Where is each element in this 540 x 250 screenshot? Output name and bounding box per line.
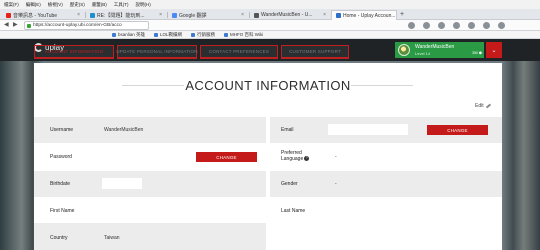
nav-tab-customer-support[interactable]: CUSTOMER SUPPORT [281, 45, 349, 59]
user-name: WanderMusicBen [415, 44, 455, 50]
forward-arrow-icon[interactable]: ▶ [13, 21, 18, 30]
avatar [398, 44, 410, 56]
nav-tab-contact-preferences[interactable]: CONTACT PREFERENCES [200, 45, 278, 59]
username-value: WanderMusicBen [104, 127, 144, 133]
help-icon[interactable]: ? [304, 156, 310, 162]
nav-tab-account-information[interactable]: ACCOUNT INFORMATION [34, 45, 114, 59]
lock-icon [27, 24, 31, 28]
menu-view[interactable]: 檢視(V) [48, 2, 63, 8]
star-icon[interactable] [408, 22, 415, 29]
page-content: uplay ACCOUNT INFORMATION UPDATE PERSONA… [0, 39, 540, 250]
tab-uplay-home[interactable]: Home - Uplay Accoun... × [331, 10, 397, 20]
menu-tools[interactable]: 工具(T) [114, 2, 129, 8]
email-value [328, 124, 408, 135]
toolbar-icons [408, 22, 513, 29]
bookmark-icon [154, 32, 159, 37]
menu-help[interactable]: 說明(H) [136, 2, 151, 8]
bookmarks-bar: bsanlian 英雄 LOL戰績網 行銷服務 MHFO 百科 Wiki [0, 31, 540, 39]
close-icon[interactable]: × [75, 12, 80, 18]
new-tab-button[interactable]: + [400, 11, 404, 19]
menu-bar: 檔案(F) 編輯(E) 檢視(V) 歷史(S) 書籤(B) 工具(T) 說明(H… [0, 0, 540, 9]
menu-history[interactable]: 歷史(S) [70, 2, 85, 8]
page-title: ACCOUNT INFORMATION [185, 78, 351, 93]
url-text: https://account-uplay.ubi.com/en-GB/acco [33, 23, 122, 28]
bookmark-item[interactable]: 行銷服務 [191, 32, 215, 38]
bookmark-item[interactable]: MHFO 百科 Wiki [224, 32, 263, 38]
chevron-down-icon: ⌄ [491, 47, 497, 54]
tab-profile[interactable]: WanderMusicBen - U... × [250, 10, 330, 20]
first-name-row: First Name [34, 197, 266, 223]
birthdate-label: Birthdate [50, 181, 71, 187]
extension-icon[interactable] [483, 22, 490, 29]
tab-label: 音樂訊息 - YouTube [13, 12, 58, 19]
youtube-icon [6, 12, 11, 18]
last-name-row: Last Name [270, 197, 502, 223]
edit-link[interactable]: Edit [475, 103, 491, 109]
site-header: uplay ACCOUNT INFORMATION UPDATE PERSONA… [0, 39, 540, 61]
gender-label: Gender [281, 181, 298, 187]
uplay-icon [336, 13, 341, 18]
password-row: Password CHANGE [34, 143, 266, 171]
preferred-language-row: Preferred Language? - [270, 143, 502, 171]
tab-label: WanderMusicBen - U... [261, 12, 313, 18]
tab-label: RE:【問題】能玩到... [97, 12, 145, 19]
close-icon[interactable]: × [239, 12, 244, 18]
birthdate-value [102, 178, 142, 189]
username-label: Username [50, 127, 74, 133]
email-row: Email CHANGE [270, 117, 502, 143]
download-icon[interactable] [438, 22, 445, 29]
home-icon[interactable] [453, 22, 460, 29]
preferred-language-value: - [335, 154, 337, 160]
country-value: Taiwan [104, 235, 120, 241]
navigation-bar: ◀ ▶ https://account-uplay.ubi.com/en-GB/… [0, 20, 540, 31]
title-divider-right [351, 85, 413, 86]
pocket-icon[interactable] [468, 22, 475, 29]
birthdate-row: Birthdate [34, 171, 266, 197]
pencil-icon [485, 103, 491, 109]
country-label: Country [50, 235, 68, 241]
bookmark-item[interactable]: bsanlian 英雄 [112, 32, 145, 38]
password-label: Password [50, 154, 72, 160]
library-icon[interactable] [423, 22, 430, 29]
close-icon[interactable]: × [321, 12, 326, 18]
tab-label: Google 翻譯 [179, 12, 207, 19]
menu-edit[interactable]: 編輯(E) [26, 2, 41, 8]
tab-youtube[interactable]: 音樂訊息 - YouTube × [2, 10, 84, 20]
username-row: Username WanderMusicBen [34, 117, 266, 143]
user-units: 350 ⬢ [472, 51, 482, 55]
back-arrow-icon[interactable]: ◀ [4, 21, 9, 30]
gender-value: - [335, 181, 337, 187]
menu-file[interactable]: 檔案(F) [4, 2, 19, 8]
user-menu-button[interactable]: ⌄ [486, 42, 502, 58]
bookmark-icon [224, 32, 229, 37]
hamburger-menu-icon[interactable] [498, 22, 505, 29]
profile-icon [254, 12, 259, 18]
bookmark-icon [112, 32, 116, 37]
close-icon[interactable]: × [157, 12, 162, 18]
tab-google-translate[interactable]: Google 翻譯 × [168, 10, 248, 20]
email-label: Email [281, 127, 294, 133]
google-translate-icon [172, 12, 177, 18]
gender-row: Gender - [270, 171, 502, 197]
forum-icon [90, 12, 95, 18]
first-name-label: First Name [50, 208, 75, 214]
change-password-button[interactable]: CHANGE [196, 152, 257, 162]
country-row: Country Taiwan [34, 223, 266, 250]
preferred-language-label: Preferred Language? [281, 150, 310, 162]
menu-bookmarks[interactable]: 書籤(B) [92, 2, 107, 8]
change-email-button[interactable]: CHANGE [427, 125, 488, 135]
account-card: ACCOUNT INFORMATION Edit Username Wander… [34, 63, 502, 250]
tab-strip: 音樂訊息 - YouTube × RE:【問題】能玩到... × Google … [0, 9, 540, 20]
close-icon[interactable]: × [396, 13, 397, 19]
address-bar[interactable]: https://account-uplay.ubi.com/en-GB/acco [24, 21, 149, 30]
last-name-label: Last Name [281, 208, 306, 214]
tab-forum[interactable]: RE:【問題】能玩到... × [86, 10, 166, 20]
user-panel[interactable]: WanderMusicBen Level 14 350 ⬢ [395, 42, 484, 58]
nav-tab-update-personal-information[interactable]: UPDATE PERSONAL INFORMATION [116, 45, 197, 59]
user-level: Level 14 [415, 51, 431, 56]
bookmark-item[interactable]: LOL戰績網 [154, 32, 182, 38]
tab-label: Home - Uplay Accoun... [343, 12, 396, 19]
bookmark-icon [191, 32, 196, 37]
